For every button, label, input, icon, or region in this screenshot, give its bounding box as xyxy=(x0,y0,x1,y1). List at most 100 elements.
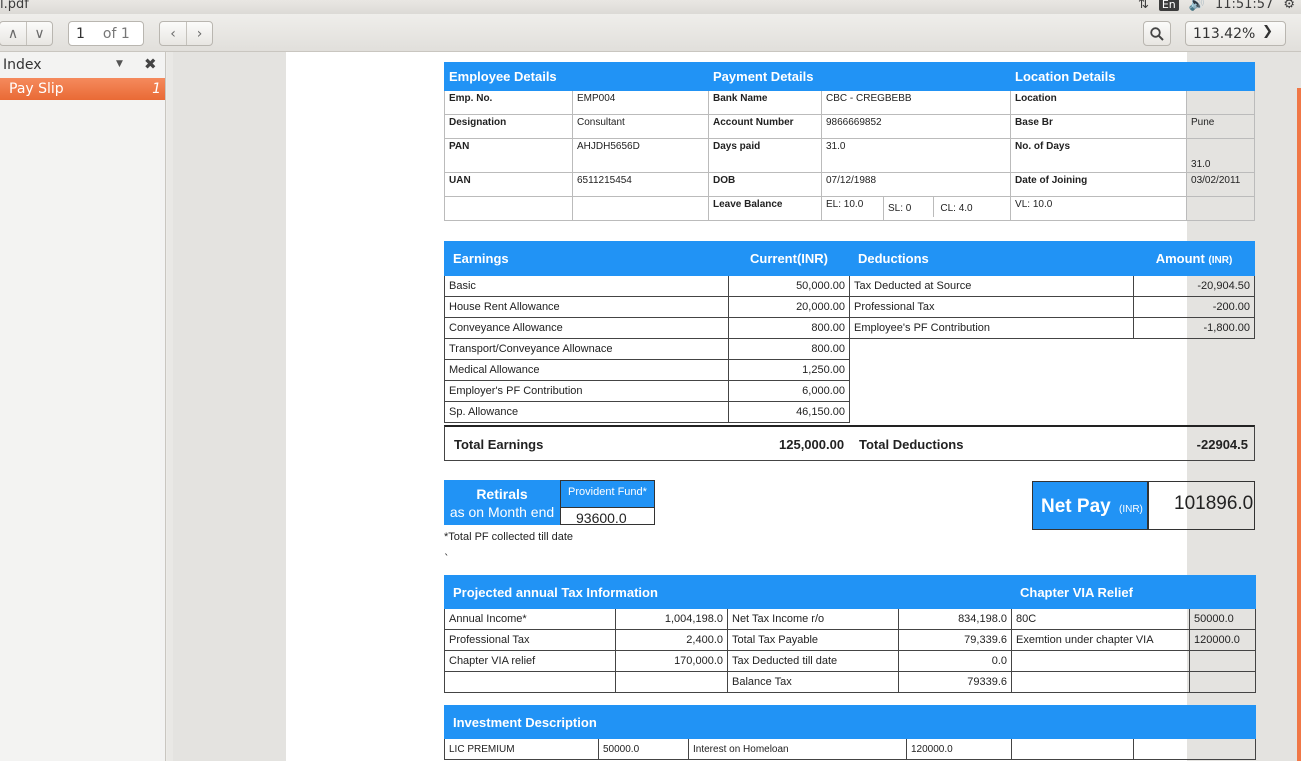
table-cell: 50000.0 xyxy=(598,738,689,760)
table-cell: No. of Days xyxy=(1010,138,1188,173)
table-row: Transport/Conveyance Allownace 800.00 xyxy=(444,338,1255,360)
investment-header: Investment Description xyxy=(444,705,1012,739)
table-cell: Account Number xyxy=(708,114,822,139)
table-cell xyxy=(572,196,709,221)
table-cell: Date of Joining xyxy=(1010,172,1188,197)
amount-header-unit: (INR) xyxy=(1208,255,1233,266)
page-up-button[interactable]: ∧ xyxy=(0,22,26,45)
page-down-button[interactable]: ∨ xyxy=(26,22,52,45)
table-cell xyxy=(1186,196,1255,221)
table-cell: 79339.6 xyxy=(898,671,1012,693)
net-pay-value: 101896.0 xyxy=(1148,481,1255,530)
deduction-name: Employee's PF Contribution xyxy=(849,317,1134,339)
vertical-scrollbar[interactable] xyxy=(1297,88,1301,761)
empty-cell xyxy=(1134,339,1255,360)
table-row: Sp. Allowance 46,150.00 xyxy=(444,401,1255,423)
viewer-toolbar: ∧ ∨ 1 of 1 ‹ › 113.42% ❯ xyxy=(0,14,1301,52)
table-cell: Designation xyxy=(444,114,573,139)
table-cell: 1,004,198.0 xyxy=(615,608,728,630)
table-cell: 79,339.6 xyxy=(898,629,1012,651)
window-title: l.pdf xyxy=(0,0,29,12)
table-row: Conveyance Allowance 800.00 Employee's P… xyxy=(444,317,1255,339)
leave-el: EL: 10.0 xyxy=(821,196,884,221)
table-row: Professional Tax 2,400.0 Total Tax Payab… xyxy=(444,629,1256,651)
empty-cell xyxy=(1134,381,1255,402)
table-cell: Total Tax Payable xyxy=(727,629,899,651)
pf-footnote: *Total PF collected till date xyxy=(444,531,574,543)
zoom-select[interactable]: 113.42% ❯ xyxy=(1185,21,1286,46)
empty-cell xyxy=(1134,360,1255,381)
back-button[interactable]: ‹ xyxy=(160,22,186,45)
table-row: Balance Tax 79339.6 xyxy=(444,671,1256,693)
investment-header-blank xyxy=(1011,705,1256,739)
table-cell xyxy=(615,671,728,693)
table-cell: 03/02/2011 xyxy=(1186,172,1255,197)
earning-value: 800.00 xyxy=(728,317,850,339)
zoom-value: 113.42% xyxy=(1193,25,1256,42)
clock[interactable]: 11:51:57 xyxy=(1215,0,1273,12)
volume-icon[interactable]: 🔊 xyxy=(1189,0,1205,12)
network-icon[interactable]: ⇅ xyxy=(1138,0,1149,12)
deduction-amount: -200.00 xyxy=(1133,296,1255,318)
earning-name: Employer's PF Contribution xyxy=(444,380,729,402)
empty-cell xyxy=(850,339,1134,360)
sidebar-item-pay-slip[interactable]: Pay Slip 1 xyxy=(0,78,165,100)
total-deductions-value: -22904.5 xyxy=(1196,437,1248,452)
earning-name: Transport/Conveyance Allownace xyxy=(444,338,729,360)
table-cell: LIC PREMIUM xyxy=(444,738,599,760)
page-number-value[interactable]: 1 xyxy=(76,26,85,42)
gear-icon[interactable]: ⚙ xyxy=(1283,0,1295,12)
table-cell: 31.0 xyxy=(820,138,1012,173)
table-cell xyxy=(1133,738,1256,760)
sidebar-header[interactable]: Index ▼ ✖ xyxy=(0,52,165,78)
table-cell: 50000.0 xyxy=(1189,608,1256,630)
search-button[interactable] xyxy=(1143,21,1171,46)
table-cell: Chapter VIA relief xyxy=(444,650,616,672)
table-row: Basic 50,000.00 Tax Deducted at Source -… xyxy=(444,275,1255,297)
page-count-label: of 1 xyxy=(102,25,130,42)
table-cell: 834,198.0 xyxy=(898,608,1012,630)
employee-details-table: Employee Details Payment Details Locatio… xyxy=(444,62,1255,221)
chapter-via-header: Chapter VIA Relief xyxy=(1011,575,1256,609)
table-cell xyxy=(444,671,616,693)
forward-button[interactable]: › xyxy=(186,22,212,45)
table-cell: Professional Tax xyxy=(444,629,616,651)
system-tray: ⇅ En 🔊 11:51:57 ⚙ xyxy=(1138,0,1295,12)
table-cell: 2,400.0 xyxy=(615,629,728,651)
earning-name: Medical Allowance xyxy=(444,359,729,381)
document-viewer[interactable]: Employee Details Payment Details Locatio… xyxy=(173,52,1301,761)
table-cell xyxy=(1189,671,1256,693)
close-icon[interactable]: ✖ xyxy=(144,55,157,73)
amount-header: Amount (INR) xyxy=(1133,241,1255,276)
provident-fund-box: Provident Fund* 93600.0 xyxy=(560,480,655,526)
table-cell: Net Tax Income r/o xyxy=(727,608,899,630)
retirals-subtitle: as on Month end xyxy=(449,504,555,520)
earning-value: 20,000.00 xyxy=(728,296,850,318)
stray-mark: ` xyxy=(444,552,450,565)
table-row: LIC PREMIUM 50000.0 Interest on Homeloan… xyxy=(444,738,1256,760)
chevron-up-icon: ∧ xyxy=(7,25,19,42)
retirals-box: Retirals as on Month end xyxy=(444,480,560,525)
chevron-down-icon: ∨ xyxy=(34,25,45,42)
amount-header-label: Amount xyxy=(1155,251,1205,266)
earnings-header: Earnings xyxy=(444,241,729,276)
earning-name: Sp. Allowance xyxy=(444,401,729,423)
provident-fund-label: Provident Fund* xyxy=(561,481,654,508)
page-number-input[interactable]: 1 of 1 xyxy=(68,21,144,46)
provident-fund-value: 93600.0 xyxy=(576,510,627,526)
sidebar-item-label: Pay Slip xyxy=(9,81,64,97)
table-cell: 120000.0 xyxy=(1189,629,1256,651)
dropdown-arrow-icon[interactable]: ▼ xyxy=(116,59,123,69)
retirals-title: Retirals xyxy=(476,486,528,502)
table-row: Employer's PF Contribution 6,000.00 xyxy=(444,380,1255,402)
table-cell xyxy=(1011,671,1190,693)
table-cell: DOB xyxy=(708,172,822,197)
search-icon xyxy=(1150,26,1164,41)
keyboard-language-indicator[interactable]: En xyxy=(1158,0,1179,11)
table-cell: Location xyxy=(1010,90,1188,115)
totals-row: Total Earnings 125,000.00 Total Deductio… xyxy=(444,425,1255,461)
investment-table: Investment Description LIC PREMIUM 50000… xyxy=(444,705,1256,760)
deduction-name: Professional Tax xyxy=(849,296,1134,318)
table-cell: Exemtion under chapter VIA xyxy=(1011,629,1190,651)
chevron-right-icon: › xyxy=(196,25,203,42)
